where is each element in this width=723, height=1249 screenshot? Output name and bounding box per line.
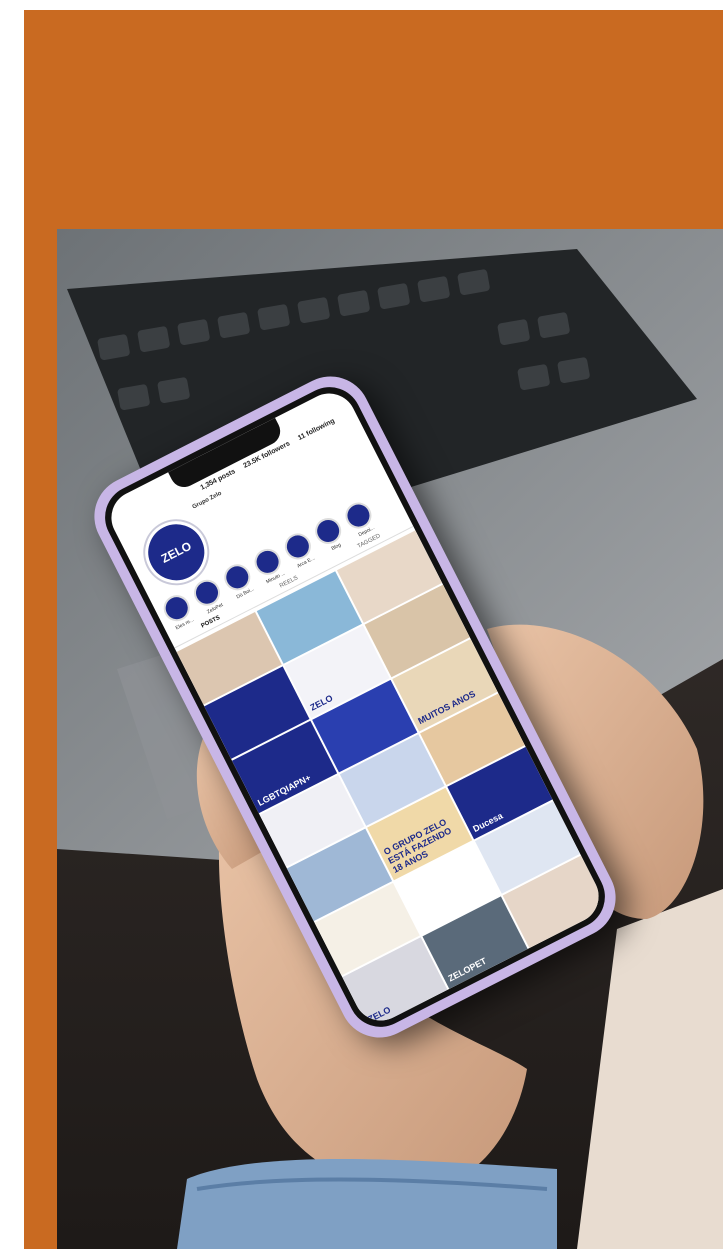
avatar-logo-text: ZELO: [158, 538, 194, 566]
phone-photo: ZELO 1,354 posts 23.5K followers 11 foll…: [57, 229, 723, 1249]
post-caption: ZELOPET: [446, 955, 489, 984]
post-caption: ZELO: [366, 1004, 393, 1025]
smartphone: ZELO 1,354 posts 23.5K followers 11 foll…: [80, 362, 630, 1052]
phone-screen: ZELO 1,354 posts 23.5K followers 11 foll…: [102, 384, 608, 1030]
following-count[interactable]: 11 following: [297, 418, 336, 442]
